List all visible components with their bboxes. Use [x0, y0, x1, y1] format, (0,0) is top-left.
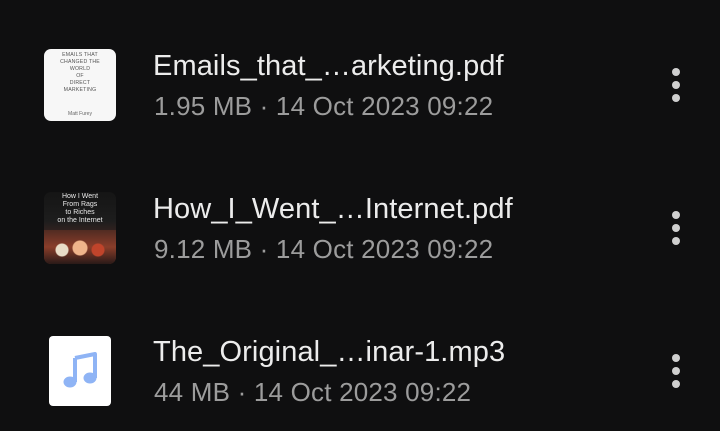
more-options-button[interactable] [661, 208, 691, 248]
file-row-emails-pdf[interactable]: EMAILS THAT CHANGED THE WORLD OF DIRECT … [0, 25, 720, 145]
cover-line: MARKETING [63, 87, 97, 93]
more-vert-icon [672, 211, 680, 219]
file-row-how-i-went-pdf[interactable]: How I Went From Rags to Riches on the In… [0, 168, 720, 288]
more-options-button[interactable] [661, 351, 691, 391]
file-list: EMAILS THAT CHANGED THE WORLD OF DIRECT … [0, 0, 720, 407]
cover-author: Matt Furey [68, 111, 92, 117]
more-vert-icon-dot [672, 367, 680, 375]
cover-line: From Rags [62, 201, 98, 208]
more-vert-icon-dot [672, 380, 680, 388]
file-name: Emails_that_…arketing.pdf [153, 50, 504, 82]
file-meta: 1.95 MB · 14 Oct 2023 09:22 [154, 91, 494, 121]
more-vert-icon-dot [672, 81, 680, 89]
more-vert-icon [672, 68, 680, 76]
file-row-original-mp3[interactable]: The_Original_…inar-1.mp3 44 MB · 14 Oct … [0, 311, 720, 431]
cover-line: OF [76, 73, 84, 79]
cover-line: EMAILS THAT [62, 52, 98, 58]
cover-line: How I Went [61, 193, 99, 200]
more-vert-icon-dot [672, 94, 680, 102]
music-note-icon [63, 352, 97, 388]
cover-line: WORLD [69, 66, 91, 72]
file-meta: 44 MB · 14 Oct 2023 09:22 [154, 377, 472, 407]
cover-line: CHANGED THE [60, 59, 100, 65]
cover-line: DIRECT [69, 80, 91, 86]
file-name: The_Original_…inar-1.mp3 [153, 336, 506, 368]
more-vert-icon [672, 354, 680, 362]
more-vert-icon-dot [672, 224, 680, 232]
audio-thumbnail [49, 336, 111, 406]
cover-line: on the Internet [57, 217, 103, 224]
pdf-thumbnail: How I Went From Rags to Riches on the In… [44, 192, 116, 264]
more-vert-icon-dot [672, 237, 680, 245]
cover-line: to Riches [65, 209, 95, 216]
file-meta: 9.12 MB · 14 Oct 2023 09:22 [154, 234, 494, 264]
file-name: How_I_Went_…Internet.pdf [153, 193, 513, 225]
pdf-thumbnail: EMAILS THAT CHANGED THE WORLD OF DIRECT … [44, 49, 116, 121]
more-options-button[interactable] [661, 65, 691, 105]
cover-photo [44, 230, 116, 264]
